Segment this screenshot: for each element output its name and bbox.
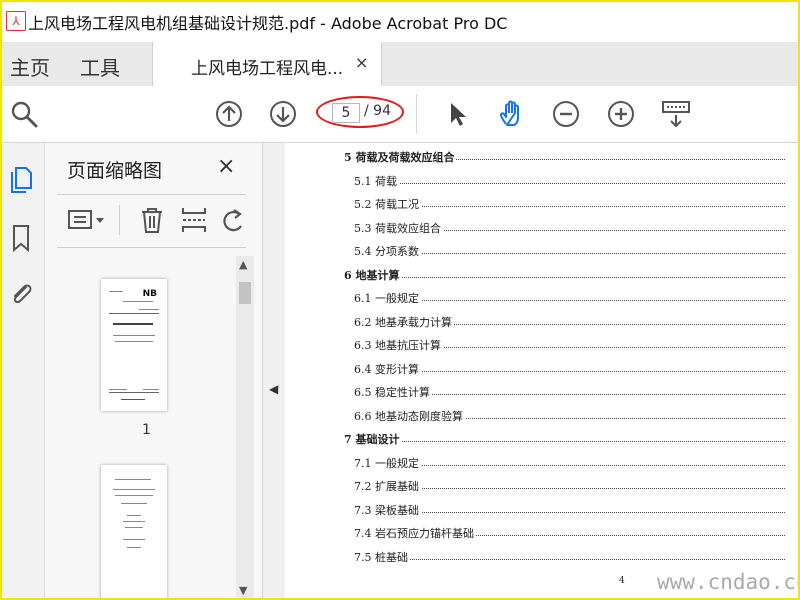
panel-toolbar bbox=[57, 199, 257, 245]
page-thumbnail[interactable] bbox=[101, 465, 167, 598]
main-toolbar: 5 / 94 bbox=[2, 86, 798, 143]
thumbnails-panel: 页面缩略图 × NB 1 ▲ ▼ bbox=[45, 143, 262, 598]
toc-entry-text: 7 基础设计 bbox=[344, 431, 402, 447]
toc-entry-text: 5.1 荷载 bbox=[354, 172, 399, 189]
title-bar: ⅄ 上风电场工程风电机组基础设计规范.pdf - Adobe Acrobat P… bbox=[2, 2, 798, 42]
toc-leader-dots bbox=[354, 558, 785, 560]
collapse-left-icon[interactable]: ◀ bbox=[269, 382, 278, 396]
zoom-out-icon[interactable] bbox=[550, 98, 582, 130]
toc-leader-dots bbox=[344, 276, 785, 278]
acrobat-app-icon: ⅄ bbox=[6, 11, 26, 31]
toc-entry[interactable]: 7.5 桩基础 bbox=[354, 547, 785, 567]
document-page: 5 荷载及荷载效应组合 5.1 荷载 5.2 荷载工况 5.3 荷载效应组合 5.4 分… bbox=[285, 143, 798, 598]
toc-entry-text: 5.2 荷载工况 bbox=[354, 196, 421, 212]
toc-entry-text: 6.1 一般规定 bbox=[354, 290, 421, 306]
toc-entry[interactable]: 6.4 变形计算 bbox=[354, 359, 785, 379]
thumbnails-scrollbar[interactable]: ▲ ▼ bbox=[236, 256, 254, 598]
panel-tools-divider bbox=[119, 205, 120, 235]
toc-entry-text: 6 地基计算 bbox=[344, 266, 402, 283]
tab-tools[interactable]: 工具 bbox=[80, 52, 120, 81]
scroll-down-icon[interactable]: ▼ bbox=[239, 584, 247, 597]
app-window: ⅄ 上风电场工程风电机组基础设计规范.pdf - Adobe Acrobat P… bbox=[0, 0, 800, 600]
tab-home[interactable]: 主页 bbox=[10, 52, 50, 81]
toc-entry[interactable]: 6.6 地基动态刚度验算 bbox=[354, 406, 785, 426]
toc-entry[interactable]: 5.1 荷载 bbox=[354, 171, 785, 191]
panel-collapse-bar[interactable]: ◀ bbox=[262, 143, 286, 598]
insert-page-icon[interactable] bbox=[179, 205, 209, 235]
toc-entry-text: 6.5 稳定性计算 bbox=[354, 384, 432, 400]
window-title: 上风电场工程风电机组基础设计规范.pdf - Adobe Acrobat Pro… bbox=[28, 14, 508, 33]
toc-entry-text: 7.1 一般规定 bbox=[354, 454, 421, 471]
paperclip-icon[interactable] bbox=[7, 279, 35, 309]
page-thumbnail[interactable]: NB bbox=[101, 279, 167, 411]
toc-entry[interactable]: 6.2 地基承载力计算 bbox=[354, 312, 785, 332]
toc-entry[interactable]: 6.3 地基抗压计算 bbox=[354, 335, 785, 355]
toc-entry-text: 5.4 分项系数 bbox=[354, 243, 421, 259]
pages-icon[interactable] bbox=[7, 165, 35, 195]
close-panel-icon[interactable]: × bbox=[217, 154, 235, 179]
toc-entry-text: 5.3 荷载效应组合 bbox=[354, 219, 443, 236]
panel-divider bbox=[57, 247, 246, 248]
scrollbar-thumb[interactable] bbox=[239, 282, 251, 304]
toc-entry[interactable]: 6.5 稳定性计算 bbox=[354, 382, 785, 402]
toc-entry-text: 5 荷载及荷载效应组合 bbox=[344, 149, 457, 165]
page-navigator: 5 / 94 bbox=[316, 96, 406, 130]
cursor-arrow-icon[interactable] bbox=[442, 98, 474, 130]
panel-title: 页面缩略图 bbox=[67, 160, 163, 182]
toc-entry[interactable]: 5.2 荷载工况 bbox=[354, 194, 785, 214]
watermark: www.cndao.com bbox=[657, 570, 798, 594]
toc-entry-text: 7.4 岩石预应力锚杆基础 bbox=[354, 525, 476, 541]
tab-bar: 主页 工具 上风电场工程风电... × bbox=[2, 42, 798, 87]
panel-divider bbox=[57, 194, 246, 195]
toc-entry[interactable]: 5 荷载及荷载效应组合 bbox=[344, 147, 785, 167]
scroll-up-icon[interactable]: ▲ bbox=[239, 258, 247, 271]
trash-icon[interactable] bbox=[137, 205, 167, 235]
hand-icon[interactable] bbox=[496, 98, 528, 130]
toc-entry[interactable]: 7 基础设计 bbox=[344, 429, 785, 449]
total-pages: / 94 bbox=[364, 103, 391, 119]
toc-entry[interactable]: 7.1 一般规定 bbox=[354, 453, 785, 473]
toc-entry[interactable]: 7.4 岩石预应力锚杆基础 bbox=[354, 523, 785, 543]
toc-entry[interactable]: 6.1 一般规定 bbox=[354, 288, 785, 308]
navigation-rail bbox=[2, 143, 45, 598]
toc-entry-text: 7.2 扩展基础 bbox=[354, 478, 421, 494]
search-icon[interactable] bbox=[8, 98, 40, 130]
toolbar-divider bbox=[416, 94, 417, 134]
close-tab-icon[interactable]: × bbox=[355, 53, 368, 72]
toc-entry-text: 7.3 梁板基础 bbox=[354, 501, 421, 518]
page-footer-number: 4 bbox=[619, 576, 625, 586]
toc-leader-dots bbox=[354, 182, 785, 184]
tab-document-label: 上风电场工程风电... bbox=[191, 59, 344, 79]
rotate-icon[interactable] bbox=[219, 205, 249, 235]
tab-document[interactable]: 上风电场工程风电... × bbox=[152, 42, 382, 87]
current-page-input[interactable]: 5 bbox=[332, 103, 360, 123]
toc-entry-text: 7.5 桩基础 bbox=[354, 548, 410, 565]
toc-entry[interactable]: 7.2 扩展基础 bbox=[354, 476, 785, 496]
toc-entry[interactable]: 5.3 荷载效应组合 bbox=[354, 218, 785, 238]
toc-entry[interactable]: 6 地基计算 bbox=[344, 265, 785, 285]
toc-entry-text: 6.6 地基动态刚度验算 bbox=[354, 407, 465, 424]
keyboard-icon[interactable] bbox=[660, 98, 692, 130]
zoom-in-icon[interactable] bbox=[605, 98, 637, 130]
thumbnail-logo: NB bbox=[142, 289, 157, 299]
bookmark-icon[interactable] bbox=[7, 223, 35, 253]
toc-leader-dots bbox=[344, 441, 785, 442]
toc-entry[interactable]: 5.4 分项系数 bbox=[354, 241, 785, 261]
toc-entry[interactable]: 7.3 梁板基础 bbox=[354, 500, 785, 520]
thumbnail-page-number: 1 bbox=[142, 422, 151, 438]
toc-entry-text: 6.3 地基抗压计算 bbox=[354, 337, 443, 353]
toc-entry-text: 6.4 变形计算 bbox=[354, 360, 421, 377]
options-menu-icon[interactable] bbox=[67, 205, 109, 235]
toc-entry-text: 6.2 地基承载力计算 bbox=[354, 313, 454, 330]
arrow-down-circle-icon[interactable] bbox=[267, 98, 299, 130]
arrow-up-circle-icon[interactable] bbox=[213, 98, 245, 130]
